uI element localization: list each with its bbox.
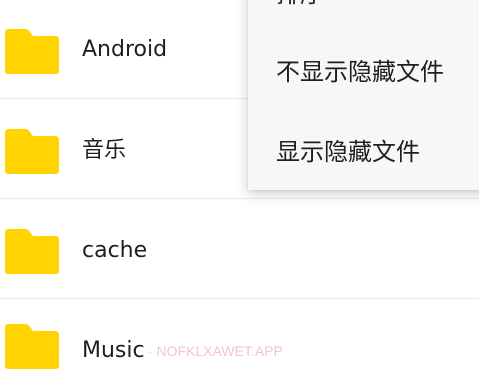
menu-item-sort[interactable]: 排序 bbox=[276, 0, 324, 6]
folder-icon bbox=[5, 29, 59, 74]
folder-icon bbox=[5, 324, 59, 369]
folder-icon bbox=[5, 229, 59, 274]
watermark: · NOFKLXAWET.APP bbox=[148, 343, 283, 359]
list-item-label: Music bbox=[82, 338, 145, 363]
list-item-label: cache bbox=[82, 238, 148, 263]
menu-item-hide-hidden-files[interactable]: 不显示隐藏文件 bbox=[276, 60, 444, 84]
list-item-cache[interactable]: cache bbox=[0, 200, 479, 299]
menu-item-show-hidden-files[interactable]: 显示隐藏文件 bbox=[276, 140, 420, 164]
list-item-label: 音乐 bbox=[82, 138, 127, 163]
folder-icon bbox=[5, 129, 59, 174]
list-item-label: Android bbox=[82, 37, 168, 62]
list-item-music[interactable]: Music bbox=[0, 300, 479, 377]
overflow-menu: 排序 不显示隐藏文件 显示隐藏文件 bbox=[248, 0, 479, 190]
